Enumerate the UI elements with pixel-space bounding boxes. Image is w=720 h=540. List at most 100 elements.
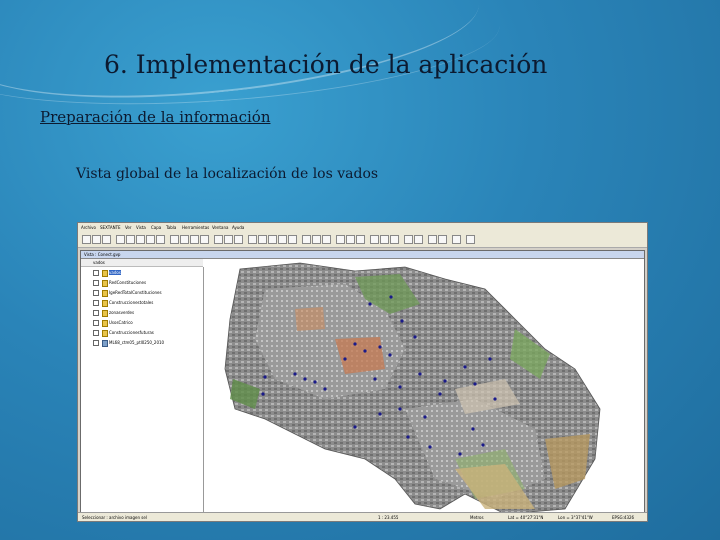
layer-checkbox[interactable]	[93, 270, 99, 276]
polygon-icon[interactable]	[288, 235, 297, 244]
vado-point[interactable]	[398, 385, 402, 389]
zoom-full-icon[interactable]	[156, 235, 165, 244]
layer-label: RedConstituciones	[109, 280, 147, 285]
layer-item[interactable]: Construccionestotales	[85, 299, 201, 307]
layer-item[interactable]: zonasverdes	[85, 309, 201, 317]
vado-point[interactable]	[473, 382, 477, 386]
slide-title: 6. Implementación de la aplicación	[104, 50, 548, 79]
vado-point[interactable]	[438, 392, 442, 396]
vado-point[interactable]	[398, 407, 402, 411]
select-icon[interactable]	[170, 235, 179, 244]
vado-point[interactable]	[428, 445, 432, 449]
menu-sextante[interactable]: SEXTANTE	[100, 225, 121, 230]
vado-point[interactable]	[373, 377, 377, 381]
open-icon[interactable]	[92, 235, 101, 244]
vado-point[interactable]	[458, 452, 462, 456]
menu-ver[interactable]: Ver	[125, 225, 132, 230]
statistics-icon[interactable]	[346, 235, 355, 244]
layer-checkbox[interactable]	[93, 330, 99, 336]
vado-point[interactable]	[388, 353, 392, 357]
filter-icon[interactable]	[336, 235, 345, 244]
map-canvas[interactable]	[205, 259, 642, 517]
layer-selector[interactable]: vados	[81, 259, 203, 267]
vado-point[interactable]	[493, 397, 497, 401]
vado-point[interactable]	[293, 372, 297, 376]
layout-icon[interactable]	[234, 235, 243, 244]
vado-point[interactable]	[481, 443, 485, 447]
vado-point[interactable]	[389, 295, 393, 299]
locator-icon[interactable]	[428, 235, 437, 244]
cut-icon[interactable]	[302, 235, 311, 244]
buffer-icon[interactable]	[380, 235, 389, 244]
copy-icon[interactable]	[312, 235, 321, 244]
graph-icon[interactable]	[438, 235, 447, 244]
layer-item[interactable]: Construccionesfuturas	[85, 329, 201, 337]
grid-icon[interactable]	[224, 235, 233, 244]
print-icon[interactable]	[452, 235, 461, 244]
area-icon[interactable]	[200, 235, 209, 244]
vado-point[interactable]	[313, 380, 317, 384]
layer-checkbox[interactable]	[93, 300, 99, 306]
layer-item[interactable]: vados	[85, 269, 201, 277]
layer-item[interactable]: ML68_ctm05_ptl0250_2010	[85, 339, 201, 347]
vado-point[interactable]	[323, 387, 327, 391]
vado-point[interactable]	[471, 427, 475, 431]
save-icon[interactable]	[102, 235, 111, 244]
menu-archivo[interactable]: Archivo	[81, 225, 96, 230]
vado-point[interactable]	[443, 379, 447, 383]
add-layer-icon[interactable]	[116, 235, 125, 244]
line-icon[interactable]	[278, 235, 287, 244]
vado-point[interactable]	[488, 357, 492, 361]
menu-herramientas[interactable]: Herramientas	[182, 225, 209, 230]
layer-checkbox[interactable]	[93, 340, 99, 346]
vado-point[interactable]	[263, 375, 267, 379]
geoprocess-icon[interactable]	[370, 235, 379, 244]
paste-icon[interactable]	[322, 235, 331, 244]
edit-icon[interactable]	[248, 235, 257, 244]
zoom-out-icon[interactable]	[136, 235, 145, 244]
vado-point[interactable]	[353, 425, 357, 429]
menu-ayuda[interactable]: Ayuda	[232, 225, 244, 230]
vado-point[interactable]	[303, 377, 307, 381]
layer-item[interactable]: UsosCatrico	[85, 319, 201, 327]
pan-icon[interactable]	[146, 235, 155, 244]
layer-item[interactable]: RedConstituciones	[85, 279, 201, 287]
measure-icon[interactable]	[190, 235, 199, 244]
layer-checkbox[interactable]	[93, 290, 99, 296]
layer-checkbox[interactable]	[93, 320, 99, 326]
layer-symbol-icon	[102, 310, 108, 317]
vado-point[interactable]	[423, 415, 427, 419]
histogram-icon[interactable]	[414, 235, 423, 244]
orange-zone	[295, 307, 325, 331]
zoom-in-icon[interactable]	[126, 235, 135, 244]
menu-vista[interactable]: Vista	[136, 225, 146, 230]
vado-point[interactable]	[363, 349, 367, 353]
menu-capa[interactable]: Capa	[151, 225, 161, 230]
vado-point[interactable]	[378, 345, 382, 349]
vado-point[interactable]	[413, 335, 417, 339]
vado-point[interactable]	[261, 392, 265, 396]
vado-point[interactable]	[463, 365, 467, 369]
vado-point[interactable]	[418, 372, 422, 376]
raster-icon[interactable]	[404, 235, 413, 244]
clip-icon[interactable]	[390, 235, 399, 244]
layer-checkbox[interactable]	[93, 280, 99, 286]
new-icon[interactable]	[82, 235, 91, 244]
layer-item[interactable]: IgeRedTotalConstituciones	[85, 289, 201, 297]
vado-point[interactable]	[368, 302, 372, 306]
table-icon[interactable]	[214, 235, 223, 244]
snap-icon[interactable]	[258, 235, 267, 244]
map-svg	[224, 262, 601, 515]
vado-point[interactable]	[400, 319, 404, 323]
help-icon[interactable]	[466, 235, 475, 244]
menu-tabla[interactable]: Tabla	[166, 225, 176, 230]
layer-checkbox[interactable]	[93, 310, 99, 316]
vado-point[interactable]	[353, 342, 357, 346]
info-icon[interactable]	[180, 235, 189, 244]
vado-point[interactable]	[343, 357, 347, 361]
vado-point[interactable]	[406, 435, 410, 439]
vado-point[interactable]	[378, 412, 382, 416]
menu-ventana[interactable]: Ventana	[212, 225, 228, 230]
point-icon[interactable]	[268, 235, 277, 244]
sort-icon[interactable]	[356, 235, 365, 244]
